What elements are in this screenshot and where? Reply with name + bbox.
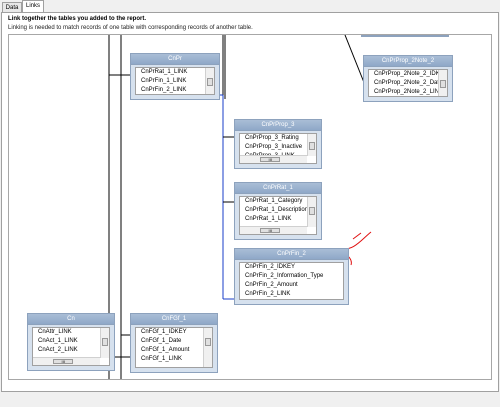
field-item[interactable]: CnFGf_1_LINK: [136, 355, 203, 364]
field-item[interactable]: CnPrFin_2_Amount: [240, 281, 343, 290]
field-list[interactable]: CnPrRat_1_Category CnPrRat_1_Description…: [239, 196, 317, 235]
link-canvas[interactable]: CnPr CnPrRat_1_LINK CnPrFin_1_LINK CnPrF…: [8, 34, 492, 380]
field-item[interactable]: CnPrFin_2_LINK: [136, 86, 205, 95]
vertical-scrollbar[interactable]: [203, 328, 212, 367]
table-cnpr[interactable]: CnPr CnPrRat_1_LINK CnPrFin_1_LINK CnPrF…: [130, 53, 220, 100]
field-item[interactable]: CnAct_1_LINK: [33, 337, 100, 346]
table-cnprrat-1[interactable]: CnPrRat_1 CnPrRat_1_Category CnPrRat_1_D…: [234, 182, 322, 240]
field-item[interactable]: CnFGf_1_IDKEY: [136, 328, 203, 337]
field-item[interactable]: CnPrRat_1_Description: [240, 206, 307, 215]
field-item[interactable]: CnPrFin_2_IDKEY: [240, 263, 343, 272]
scroll-thumb[interactable]: [205, 338, 211, 346]
instruction-subtitle: Linking is needed to match records of on…: [8, 25, 253, 31]
field-item[interactable]: CnPrRat_1_LINK: [240, 215, 307, 224]
field-item[interactable]: CnFGf_1_Date: [136, 337, 203, 346]
scroll-thumb[interactable]: [309, 207, 315, 215]
field-item[interactable]: CnPrRat_1_Category: [240, 197, 307, 206]
tab-data[interactable]: Data: [2, 2, 22, 12]
horizontal-scrollbar[interactable]: III: [240, 155, 307, 163]
table-cnprprop-3[interactable]: CnPrProp_3 CnPrProp_3_Rating CnPrProp_3_…: [234, 119, 322, 169]
vertical-scrollbar[interactable]: [205, 68, 214, 94]
scroll-thumb[interactable]: III: [53, 359, 74, 364]
horizontal-scrollbar[interactable]: III: [240, 226, 307, 234]
instruction-title: Link together the tables you added to th…: [8, 16, 147, 22]
field-item[interactable]: CnPrProp_2Note_2_IDKEY: [369, 70, 438, 79]
table-cnprfin-2[interactable]: CnPrFin_2 CnPrFin_2_IDKEY CnPrFin_2_Info…: [234, 248, 349, 305]
field-item[interactable]: CnPrProp_2Note_2_Date: [369, 79, 438, 88]
table-cnfgf-1[interactable]: CnFGf_1 CnFGf_1_IDKEY CnFGf_1_Date CnFGf…: [130, 313, 218, 373]
field-list[interactable]: CnPrRat_1_LINK CnPrFin_1_LINK CnPrFin_2_…: [135, 67, 215, 95]
vertical-scrollbar[interactable]: [100, 328, 109, 358]
field-list[interactable]: CnFGf_1_IDKEY CnFGf_1_Date CnFGf_1_Amoun…: [135, 327, 213, 368]
field-list[interactable]: CnPrFin_2_IDKEY CnPrFin_2_Information_Ty…: [239, 262, 344, 300]
vertical-scrollbar[interactable]: [438, 70, 447, 96]
field-item[interactable]: CnPrProp_3_Rating: [240, 134, 307, 143]
scroll-thumb[interactable]: [309, 142, 315, 150]
table-title[interactable]: CnPrRat_1: [235, 183, 321, 194]
scroll-thumb[interactable]: III: [260, 228, 281, 233]
field-item[interactable]: CnPrProp_2Note_2_LINK: [369, 88, 438, 97]
scroll-thumb[interactable]: III: [260, 157, 281, 162]
table-cnprprop-2note-2[interactable]: CnPrProp_2Note_2 CnPrProp_2Note_2_IDKEY …: [363, 55, 453, 102]
scroll-thumb[interactable]: [102, 338, 108, 346]
field-item[interactable]: CnAct_2_LINK: [33, 346, 100, 355]
field-item[interactable]: CnFGf_1_Amount: [136, 346, 203, 355]
vertical-scrollbar[interactable]: [307, 197, 316, 227]
tab-links[interactable]: Links: [22, 0, 44, 12]
field-list[interactable]: CnPrProp_2Note_2_IDKEY CnPrProp_2Note_2_…: [368, 69, 448, 97]
field-item[interactable]: CnPrProp_3_Inactive: [240, 143, 307, 152]
field-item[interactable]: CnAttr_LINK: [33, 328, 100, 337]
scroll-thumb[interactable]: [207, 78, 213, 86]
field-list[interactable]: CnAttr_LINK CnAct_1_LINK CnAct_2_LINK II…: [32, 327, 110, 366]
field-item[interactable]: CnPrRat_1_LINK: [136, 68, 205, 77]
table-title[interactable]: CnPr: [131, 54, 219, 65]
table-title[interactable]: CnPrFin_2: [235, 249, 348, 260]
field-item[interactable]: CnPrFin_1_LINK: [136, 77, 205, 86]
table-title[interactable]: Cn: [28, 314, 114, 325]
scroll-thumb[interactable]: [440, 80, 446, 88]
table-title[interactable]: CnPrProp_2Note_2: [364, 56, 452, 67]
field-item[interactable]: CnPrFin_2_Information_Type: [240, 272, 343, 281]
table-cn[interactable]: Cn CnAttr_LINK CnAct_1_LINK CnAct_2_LINK…: [27, 313, 115, 371]
vertical-scrollbar[interactable]: [307, 134, 316, 156]
field-list[interactable]: CnPrProp_3_Rating CnPrProp_3_Inactive Cn…: [239, 133, 317, 164]
tab-strip: Data Links: [0, 0, 500, 12]
table-title[interactable]: CnPrProp_3: [235, 120, 321, 131]
bottom-strip: [0, 392, 500, 407]
horizontal-scrollbar[interactable]: III: [33, 357, 100, 365]
table-title[interactable]: CnFGf_1: [131, 314, 217, 325]
field-item[interactable]: CnPrFin_2_LINK: [240, 290, 343, 299]
